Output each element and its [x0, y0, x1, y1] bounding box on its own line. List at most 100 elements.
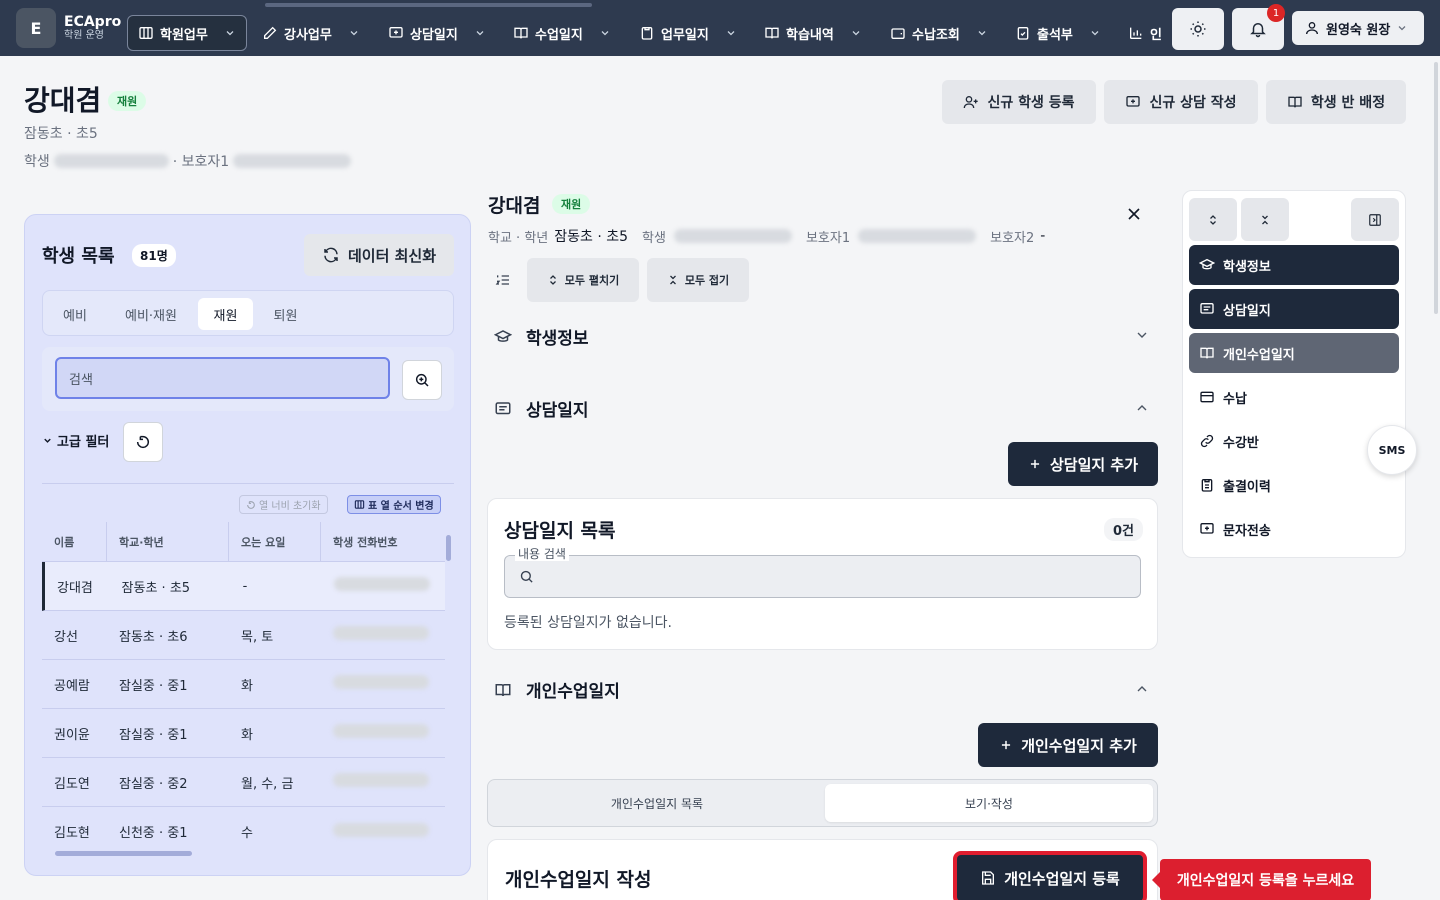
assign-class-button[interactable]: 학생 반 배정	[1266, 80, 1406, 124]
change-column-order-button[interactable]: 표 열 순서 변경	[347, 495, 441, 514]
page-scrollbar[interactable]	[1434, 62, 1438, 314]
column-header[interactable]: 학생 전화번호	[321, 522, 445, 562]
table-row[interactable]: 강대겸 잠동초 · 초5 -	[42, 562, 445, 611]
expand-all-button[interactable]: 모두 펼치기	[527, 258, 639, 302]
table-row[interactable]: 김도현 신천중 · 중1 수	[42, 807, 445, 856]
table-row[interactable]: 공예람 잠실중 · 중1 화	[42, 660, 445, 709]
table-row[interactable]: 권이윤 잠실중 · 중1 화	[42, 709, 445, 758]
add-consult-button[interactable]: 상담일지 추가	[1008, 442, 1158, 486]
side-nav-personal-log[interactable]: 개인수업일지	[1189, 333, 1399, 373]
cell-school: 신천중 · 중1	[119, 826, 188, 841]
nav-item-class-log[interactable]: 수업일지	[513, 15, 611, 51]
toggle-panel-button[interactable]	[1351, 198, 1399, 241]
nav-label: 학습내역	[786, 27, 834, 43]
page-title: 강대겸	[24, 84, 102, 117]
sms-fab-button[interactable]: SMS	[1367, 425, 1417, 475]
cell-phone	[321, 724, 445, 742]
search-button[interactable]	[402, 360, 442, 400]
table-row[interactable]: 김도연 잠실중 · 중2 월, 수, 금	[42, 758, 445, 807]
student-list-panel: 학생 목록 81명 데이터 최신화 예비 예비·재원 재원 퇴원 검색 고급 필…	[24, 214, 471, 876]
nav-item-teacher[interactable]: 강사업무	[262, 15, 360, 51]
refresh-data-button[interactable]: 데이터 최신화	[304, 234, 454, 276]
cell-days: -	[242, 578, 248, 594]
table-horizontal-scrollbar[interactable]	[55, 851, 192, 856]
tab-prospective-enrolled[interactable]: 예비·재원	[111, 298, 191, 330]
tab-view-write[interactable]: 보기·작성	[825, 784, 1153, 822]
chevron-up-icon[interactable]	[1134, 681, 1150, 697]
content-search-field[interactable]: 내용 검색	[504, 547, 1141, 598]
nav-item-stats[interactable]: 인	[1128, 15, 1162, 51]
user-icon	[1304, 20, 1320, 36]
chevron-down-icon	[1089, 27, 1101, 39]
button-label: 개인수업일지 추가	[1021, 736, 1137, 755]
section-consult-log[interactable]: 상담일지	[494, 396, 589, 421]
reset-filter-button[interactable]	[123, 422, 163, 462]
chevron-down-icon	[42, 435, 53, 446]
cell-phone	[321, 675, 445, 693]
nav-item-study-history[interactable]: 학습내역	[764, 15, 862, 51]
side-nav-consult-log[interactable]: 상담일지	[1189, 289, 1399, 329]
side-nav-student-info[interactable]: 학생정보	[1189, 245, 1399, 285]
student-school: 잠동초 · 초5	[24, 126, 98, 142]
side-nav-sms[interactable]: 문자전송	[1189, 509, 1399, 549]
tab-enrolled[interactable]: 재원	[198, 298, 253, 330]
blurred-phone	[333, 724, 429, 738]
columns-icon	[354, 499, 365, 510]
user-name: 원영숙 원장	[1326, 22, 1391, 38]
user-menu-button[interactable]: 원영숙 원장	[1292, 11, 1424, 45]
button-label: 모두 접기	[684, 274, 730, 287]
nav-label: 강사업무	[284, 27, 332, 43]
school-value: 잠동초 · 초5	[554, 229, 629, 245]
nav-scrollbar[interactable]	[265, 3, 592, 7]
table-vertical-scrollbar[interactable]	[446, 535, 451, 561]
brand[interactable]: E ECApro 학원 운영	[16, 8, 121, 48]
tab-withdrawn[interactable]: 퇴원	[258, 298, 313, 330]
cell-name: 김도연	[54, 776, 90, 792]
chevron-down-icon	[1396, 22, 1408, 34]
side-nav-label: 개인수업일지	[1223, 347, 1295, 363]
search-area: 검색	[42, 347, 454, 411]
new-student-button[interactable]: 신규 학생 등록	[942, 80, 1096, 124]
nav-item-work-log[interactable]: 업무일지	[639, 15, 737, 51]
nav-item-payment[interactable]: 수납조회	[890, 15, 988, 51]
close-icon[interactable]	[1124, 204, 1144, 224]
side-nav-payment[interactable]: 수납	[1189, 377, 1399, 417]
nav-item-attendance[interactable]: 출석부	[1015, 15, 1101, 51]
side-nav-attendance[interactable]: 출결이력	[1189, 465, 1399, 505]
student-table: 이름 학교·학년 오는 요일 학생 전화번호 강대겸 잠동초 · 초5 - 강선…	[42, 521, 445, 856]
register-personal-log-button[interactable]: 개인수업일지 등록	[953, 851, 1147, 900]
search-input[interactable]: 검색	[55, 357, 390, 399]
phone-label: 학생	[642, 230, 666, 246]
tab-prospective[interactable]: 예비	[51, 298, 99, 330]
chevron-down-icon[interactable]	[1134, 327, 1150, 343]
reset-column-width-button[interactable]: 열 너비 초기화	[239, 495, 328, 514]
column-header[interactable]: 학교·학년	[107, 521, 229, 562]
chevron-up-icon[interactable]	[1134, 400, 1150, 416]
collapse-all-sections-button[interactable]	[1241, 198, 1289, 241]
collapse-all-button[interactable]: 모두 접기	[647, 258, 749, 302]
table-row[interactable]: 강선 잠동초 · 초6 목, 토	[42, 611, 445, 660]
new-consult-button[interactable]: 신규 상담 작성	[1104, 80, 1258, 124]
section-personal-log[interactable]: 개인수업일지	[494, 677, 620, 702]
nav-item-consult[interactable]: 상담일지	[388, 15, 486, 51]
empty-message: 등록된 상담일지가 없습니다.	[504, 615, 672, 631]
side-nav-label: 출결이력	[1223, 479, 1271, 495]
add-personal-log-button[interactable]: 개인수업일지 추가	[978, 723, 1158, 767]
button-label: 표 열 순서 변경	[368, 501, 434, 512]
expand-all-sections-button[interactable]	[1189, 198, 1237, 241]
nav-item-academy[interactable]: 학원업무	[127, 15, 247, 51]
column-header[interactable]: 오는 요일	[229, 521, 321, 562]
theme-toggle-button[interactable]	[1172, 8, 1224, 50]
column-header[interactable]: 이름	[42, 521, 107, 562]
advanced-filter-toggle[interactable]: 고급 필터	[42, 431, 109, 450]
write-title: 개인수업일지 작성	[505, 869, 652, 891]
chevrons-up-down-icon	[1207, 214, 1219, 226]
school-label: 학교 · 학년	[488, 230, 549, 246]
section-title: 학생정보	[526, 329, 589, 349]
nav-label: 업무일지	[661, 27, 709, 43]
tab-personal-log-list[interactable]: 개인수업일지 목록	[492, 784, 822, 822]
list-ordered-icon[interactable]	[495, 272, 511, 288]
student-list-title: 학생 목록	[42, 246, 115, 267]
chevron-down-icon	[599, 27, 611, 39]
section-student-info[interactable]: 학생정보	[494, 324, 589, 349]
